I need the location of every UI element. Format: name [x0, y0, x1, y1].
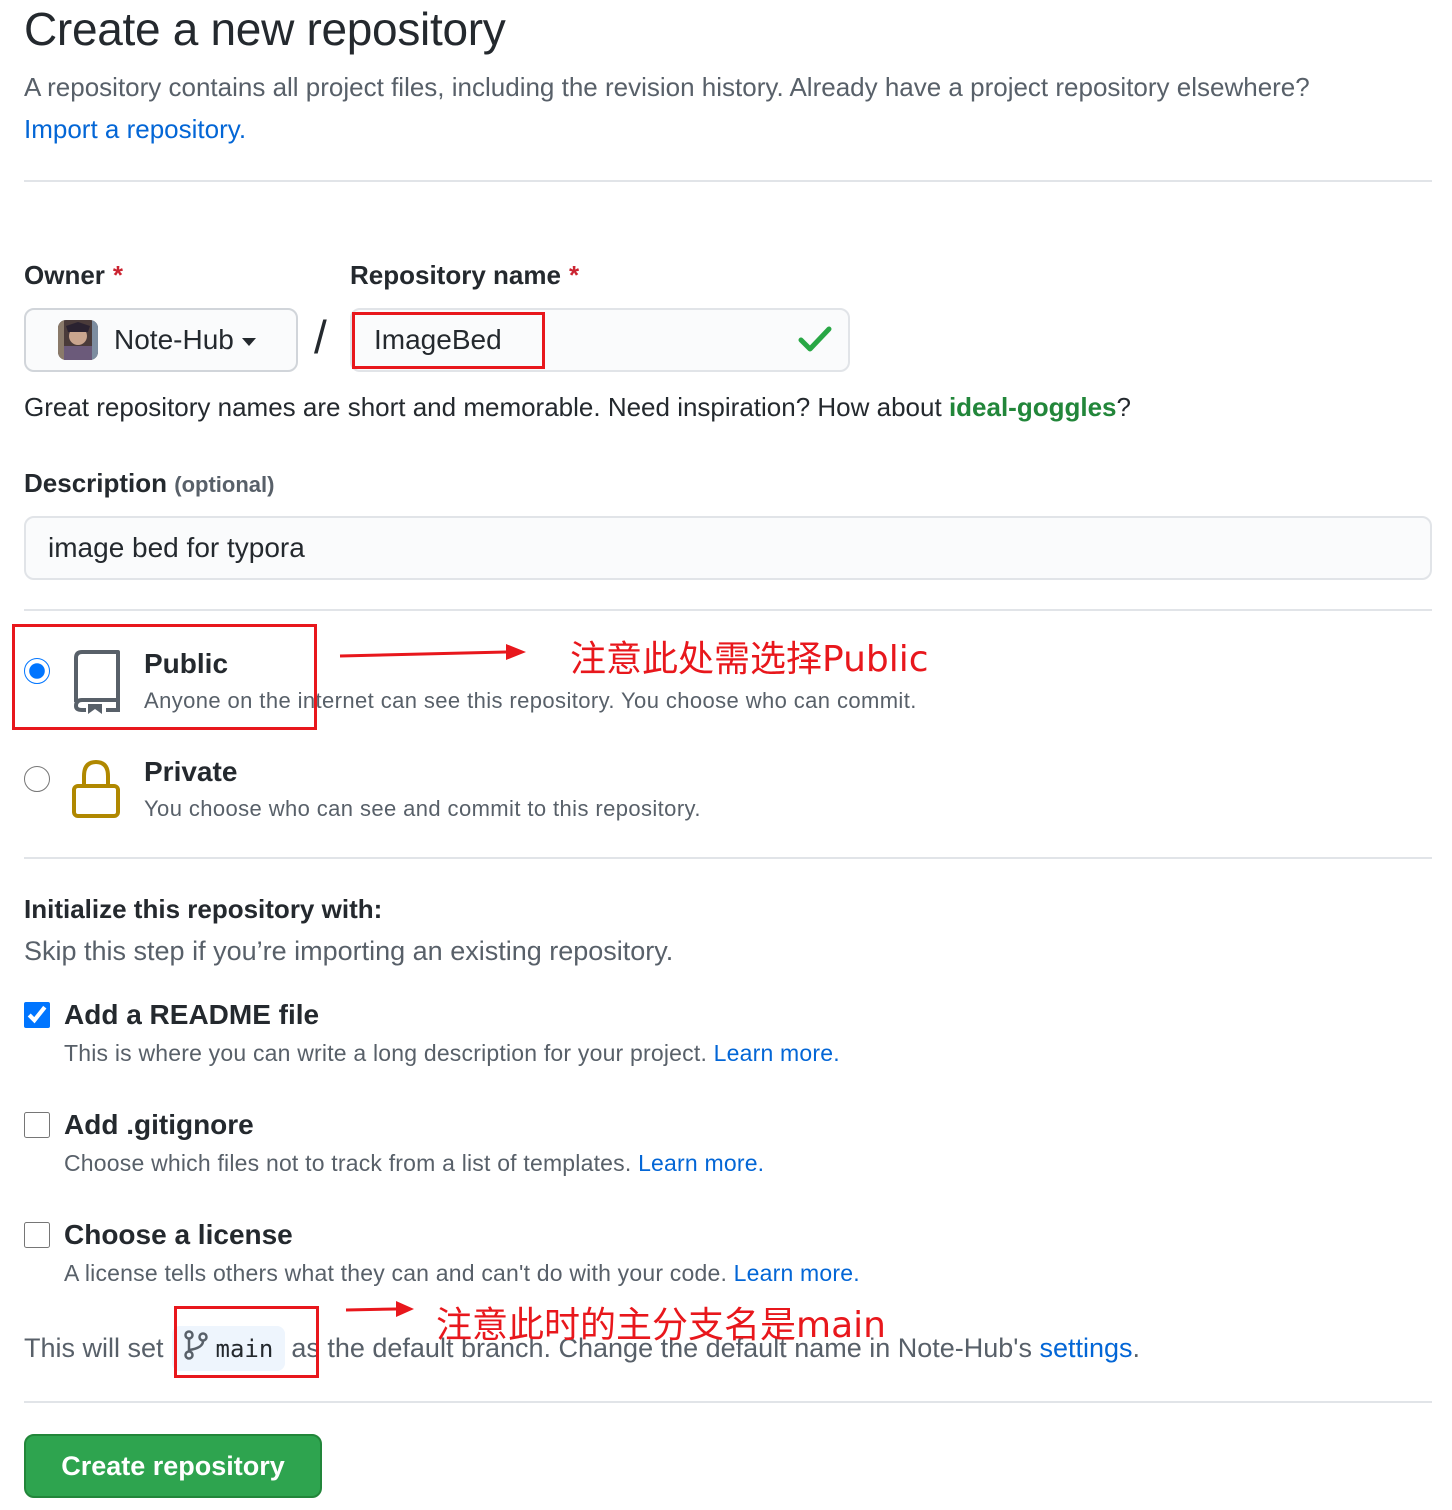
gitignore-learn-more-link[interactable]: Learn more. [638, 1150, 764, 1176]
owner-repo-separator: / [314, 311, 327, 363]
import-repository-link[interactable]: Import a repository. [24, 114, 246, 144]
optional-tag: (optional) [174, 472, 275, 497]
private-title: Private [144, 756, 238, 787]
repository-name-hint: Great repository names are short and mem… [24, 392, 1131, 422]
annotation-box-repo-name [352, 312, 545, 369]
divider [24, 609, 1432, 611]
owner-select-button[interactable]: Note-Hub [24, 308, 298, 372]
license-checkbox[interactable] [24, 1222, 50, 1248]
private-description: You choose who can see and commit to thi… [144, 796, 701, 821]
arrow-right-icon [338, 640, 528, 671]
page-title: Create a new repository [24, 3, 506, 55]
annotation-branch-note: 注意此时的主分支名是main [436, 1305, 886, 1346]
readme-checkbox[interactable] [24, 1002, 50, 1028]
initialize-description: Skip this step if you’re importing an ex… [24, 936, 674, 966]
settings-link[interactable]: settings [1039, 1333, 1132, 1364]
readme-learn-more-link[interactable]: Learn more. [714, 1040, 840, 1066]
page-subtitle: A repository contains all project files,… [24, 66, 1354, 150]
annotation-box-branch [174, 1306, 319, 1378]
arrow-right-icon [344, 1298, 416, 1327]
create-repository-button[interactable]: Create repository [24, 1434, 322, 1498]
caret-down-icon [241, 338, 256, 346]
readme-description: This is where you can write a long descr… [64, 1040, 840, 1066]
license-learn-more-link[interactable]: Learn more. [734, 1260, 860, 1286]
description-input[interactable] [24, 516, 1432, 580]
divider [24, 1401, 1432, 1403]
description-label: Description (optional) [24, 468, 275, 498]
annotation-public-note: 注意此处需选择Public [570, 639, 929, 680]
owner-label: Owner * [24, 260, 124, 290]
repository-name-label: Repository name * [350, 260, 580, 290]
divider [24, 857, 1432, 859]
owner-name: Note-Hub [114, 324, 234, 355]
initialize-title: Initialize this repository with: [24, 894, 383, 924]
name-suggestion-link[interactable]: ideal-goggles [949, 392, 1117, 422]
lock-icon [70, 758, 122, 825]
readme-title: Add a README file [64, 999, 320, 1030]
license-title: Choose a license [64, 1219, 293, 1250]
divider [24, 180, 1432, 182]
gitignore-title: Add .gitignore [64, 1109, 254, 1140]
owner-avatar [58, 320, 98, 360]
gitignore-description: Choose which files not to track from a l… [64, 1150, 765, 1176]
gitignore-checkbox[interactable] [24, 1112, 50, 1138]
check-icon [798, 324, 832, 359]
private-radio[interactable] [24, 766, 50, 792]
required-mark: * [568, 260, 580, 290]
required-mark: * [112, 260, 124, 290]
license-description: A license tells others what they can and… [64, 1260, 860, 1286]
annotation-box-public [12, 624, 317, 730]
subtitle-text: A repository contains all project files,… [24, 72, 1310, 102]
